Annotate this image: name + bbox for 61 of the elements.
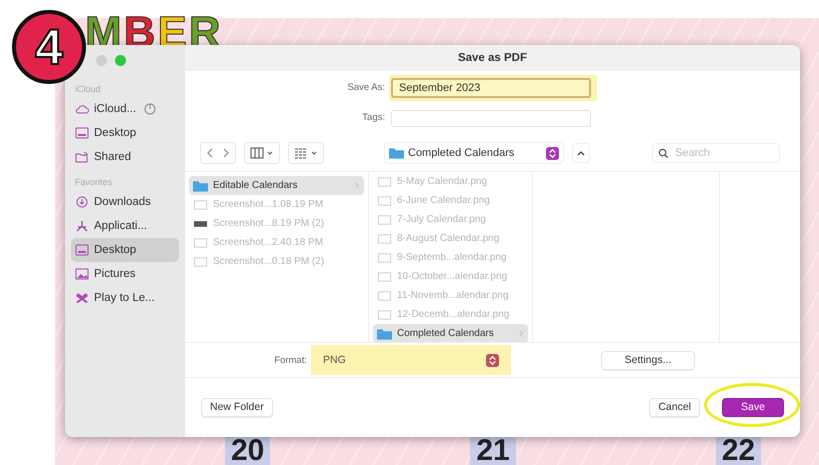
image-file-icon	[377, 176, 392, 188]
back-forward-buttons[interactable]	[200, 142, 236, 164]
field-label: Format:	[273, 354, 308, 366]
desktop-icon	[75, 127, 89, 139]
search-field[interactable]: Search	[652, 143, 780, 163]
sidebar-item[interactable]: Desktop	[71, 121, 179, 145]
sidebar-item[interactable]: iCloud...	[71, 97, 179, 121]
expand-button[interactable]	[572, 143, 590, 163]
save-button[interactable]: Save	[722, 398, 784, 417]
sidebar-item[interactable]: Downloads	[71, 190, 179, 214]
shared-icon	[75, 151, 89, 163]
field-label: Save As:	[346, 82, 386, 93]
image-file-icon	[377, 308, 392, 320]
view-button[interactable]	[244, 142, 280, 164]
search-icon	[658, 148, 669, 159]
desktop-icon	[75, 244, 89, 256]
sidebar-heading: Favorites	[75, 177, 114, 187]
chevron-right-icon	[355, 181, 360, 190]
location-popup[interactable]: Completed Calendars	[384, 142, 564, 164]
sidebar-item[interactable]: Applicati...	[71, 214, 179, 238]
image-file-icon	[377, 252, 392, 264]
apps-icon	[75, 220, 89, 232]
field-label: Tags:	[361, 112, 386, 123]
folder-icon	[193, 180, 208, 192]
stepper-icon	[486, 354, 499, 366]
cloud-icon	[75, 103, 89, 115]
stepper-icon	[546, 146, 559, 160]
sidebar-item[interactable]: Pictures	[71, 262, 179, 286]
tags-field[interactable]	[391, 110, 591, 127]
window-title: Save as PDF	[458, 52, 528, 64]
day-number: 20	[225, 437, 270, 465]
cancel-button[interactable]: Cancel	[649, 398, 700, 416]
image-file-icon	[377, 270, 392, 282]
day-number: 21	[470, 437, 516, 465]
chevron-right-icon	[519, 329, 524, 338]
image-file-icon	[193, 198, 208, 210]
group-button[interactable]	[288, 142, 324, 164]
sidebar-item[interactable]: Play to Le...	[71, 286, 179, 310]
sidebar-item[interactable]: Shared	[71, 145, 179, 169]
pictures-icon	[75, 268, 89, 280]
file-item[interactable]: Completed Calendars	[373, 324, 528, 342]
image-file-icon	[377, 290, 392, 302]
image-file-icon	[193, 236, 208, 248]
chevron-up-icon	[576, 149, 586, 157]
new-folder-button[interactable]: New Folder	[201, 398, 273, 416]
format-popup[interactable]: PNG	[311, 345, 511, 375]
day-number: 22	[716, 437, 762, 465]
folder-icon	[389, 147, 404, 159]
image-file-icon	[377, 232, 392, 244]
file-name-field[interactable]: September 2023	[391, 78, 591, 98]
file-item[interactable]: Editable Calendars	[189, 176, 364, 195]
step-badge: 4	[12, 10, 86, 84]
image-file-icon	[377, 214, 392, 226]
download-icon	[75, 196, 89, 208]
image-file-icon	[377, 194, 392, 206]
sidebar-item[interactable]: Desktop	[71, 238, 179, 262]
settings-button[interactable]: Settings...	[601, 350, 695, 370]
folder-icon	[377, 328, 392, 340]
zoom-button[interactable]	[115, 55, 126, 66]
image-file-icon	[193, 256, 208, 268]
sidebar-heading: iCloud	[75, 84, 102, 94]
